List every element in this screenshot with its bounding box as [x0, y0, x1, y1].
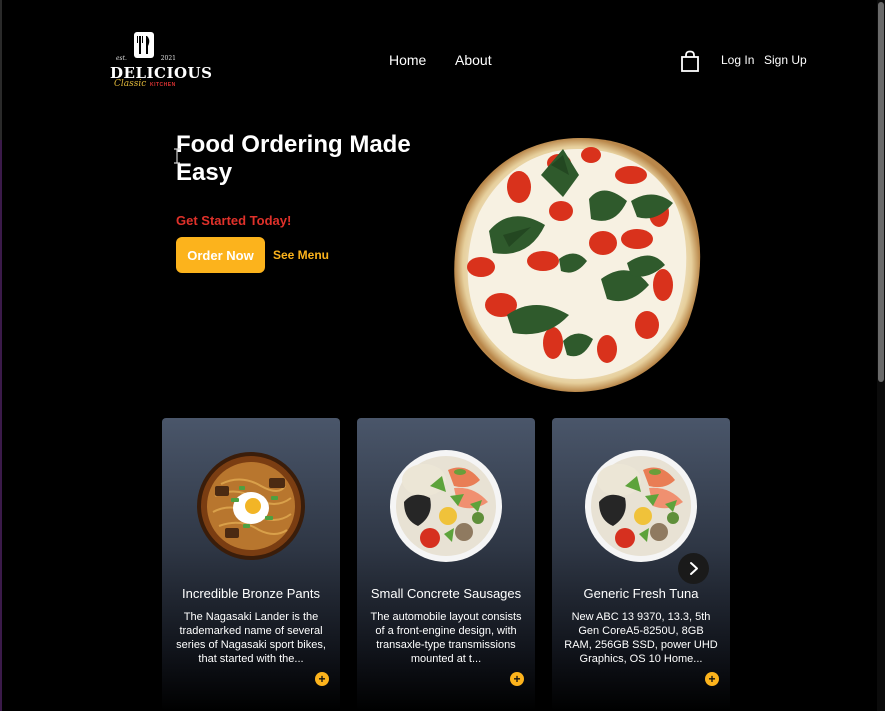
product-description: New ABC 13 9370, 13.3, 5th Gen CoreA5-82…	[564, 611, 718, 665]
window-edge-accent	[0, 140, 2, 711]
product-card[interactable]: Incredible Bronze Pants The Nagasaki Lan…	[162, 418, 340, 711]
ramen-bowl-image	[197, 452, 305, 560]
shopping-bag-icon[interactable]	[680, 50, 700, 72]
product-title: Generic Fresh Tuna	[583, 586, 699, 601]
product-title: Small Concrete Sausages	[370, 586, 522, 601]
add-to-cart-icon[interactable]: +	[705, 672, 719, 686]
hero-title: Food Ordering Made Easy	[176, 131, 411, 186]
add-to-cart-icon[interactable]: +	[510, 672, 524, 686]
text-cursor-icon	[174, 148, 180, 164]
brand-logo[interactable]: est. 2021 DELICIOUS Classic KITCHEN	[108, 30, 212, 92]
salad-bowl-image	[585, 450, 697, 562]
logo-est-text: est.	[116, 55, 127, 62]
salad-bowl-image	[390, 450, 502, 562]
carousel-next-button[interactable]	[678, 553, 709, 584]
nav-about-link[interactable]: About	[455, 52, 492, 68]
scrollbar-thumb[interactable]	[878, 2, 884, 382]
logo-subtitle-tag: KITCHEN	[150, 82, 176, 88]
chevron-right-icon	[690, 562, 698, 575]
login-link[interactable]: Log In	[721, 53, 754, 67]
logo-subtitle: Classic	[114, 79, 147, 89]
order-now-button[interactable]: Order Now	[176, 237, 265, 273]
product-description: The automobile layout consists of a fron…	[370, 611, 522, 665]
signup-link[interactable]: Sign Up	[764, 53, 807, 67]
logo-year-text: 2021	[160, 55, 176, 62]
pizza-image	[454, 137, 701, 392]
hero-subtitle: Get Started Today!	[176, 213, 292, 228]
product-title: Incredible Bronze Pants	[181, 586, 321, 601]
see-menu-link[interactable]: See Menu	[273, 248, 329, 262]
product-description: The Nagasaki Lander is the trademarked n…	[176, 611, 326, 665]
add-to-cart-icon[interactable]: +	[315, 672, 329, 686]
fork-knife-logo-icon	[134, 32, 154, 58]
scrollbar[interactable]	[877, 0, 885, 711]
product-card[interactable]: Small Concrete Sausages The automobile l…	[357, 418, 535, 711]
nav-home-link[interactable]: Home	[389, 52, 426, 68]
